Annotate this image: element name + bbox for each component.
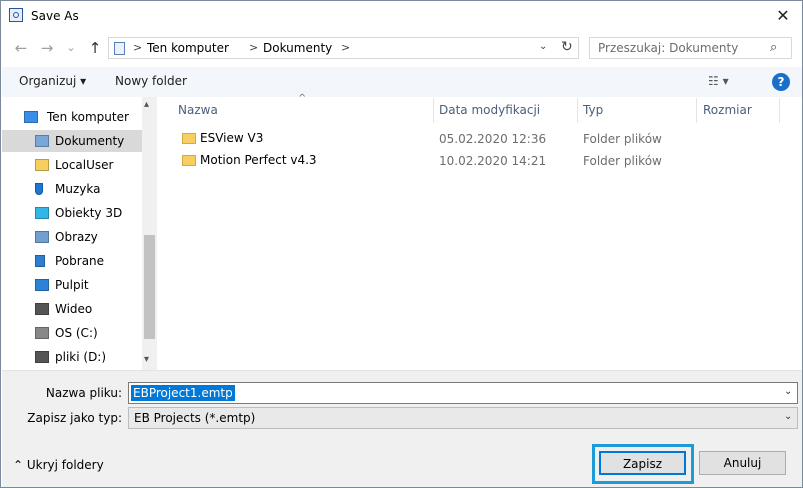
breadcrumb-dokumenty[interactable]: Dokumenty — [263, 41, 332, 55]
sidebar-item-label: Ten komputer — [47, 110, 129, 124]
column-divider[interactable] — [779, 98, 780, 123]
cancel-button[interactable]: Anuluj — [699, 451, 786, 475]
filename-dropdown-icon[interactable]: ⌄ — [784, 386, 792, 397]
scrollbar-thumb[interactable] — [144, 235, 155, 339]
title-bar: Save As ✕ — [1, 1, 802, 31]
new-folder-button[interactable]: Nowy folder — [115, 74, 187, 88]
refresh-icon[interactable]: ↻ — [561, 39, 573, 55]
document-location-icon — [114, 42, 125, 55]
sidebar-item-label: Muzyka — [55, 182, 101, 196]
file-modified: 05.02.2020 12:36 — [439, 132, 547, 146]
address-bar[interactable]: > Ten komputer > Dokumenty > ⌄ ↻ — [108, 37, 579, 59]
sidebar-item-label: Obrazy — [55, 230, 98, 244]
music-icon — [35, 183, 43, 195]
column-divider[interactable] — [577, 98, 578, 123]
folder-icon — [182, 133, 196, 144]
hide-folders-button[interactable]: ⌃ Ukryj foldery — [13, 458, 104, 472]
filename-value: EBProject1.emtp — [131, 385, 235, 401]
file-type: Folder plików — [583, 132, 662, 146]
sidebar-item-label: Wideo — [55, 302, 93, 316]
file-modified: 10.02.2020 14:21 — [439, 154, 547, 168]
help-icon[interactable]: ? — [772, 73, 790, 91]
filetype-dropdown-icon[interactable]: ⌄ — [784, 411, 792, 422]
search-box[interactable]: Przeszukaj: Dokumenty ⌕ — [589, 37, 792, 59]
sidebar-item-label: Pobrane — [55, 254, 105, 268]
sidebar-item[interactable]: pliki (D:) — [2, 346, 142, 368]
cube-icon — [35, 207, 49, 219]
sidebar-item[interactable]: Dokumenty — [2, 130, 142, 152]
column-divider[interactable] — [433, 98, 434, 123]
sort-ascending-icon: ^ — [298, 93, 307, 104]
save-button[interactable]: Zapisz — [599, 451, 686, 475]
document-icon — [35, 135, 49, 147]
column-header-size[interactable]: Rozmiar — [703, 103, 752, 117]
filename-input[interactable]: EBProject1.emtp ⌄ — [128, 382, 798, 404]
user-folder-icon — [35, 159, 49, 171]
sidebar-item-label: Dokumenty — [55, 134, 125, 148]
organize-button[interactable]: Organizuj ▾ — [19, 74, 86, 88]
sidebar-item[interactable]: Pobrane — [2, 250, 142, 272]
back-button[interactable]: ← — [11, 38, 31, 58]
file-type: Folder plików — [583, 154, 662, 168]
save-as-dialog: Save As ✕ ← → ⌄ ↑ > Ten komputer > Dokum… — [0, 0, 803, 488]
up-button[interactable]: ↑ — [85, 38, 105, 58]
search-icon[interactable]: ⌕ — [770, 40, 777, 55]
file-name: ESView V3 — [200, 131, 264, 145]
sidebar-item[interactable]: Ten komputer — [2, 106, 142, 128]
desktop-icon — [35, 279, 49, 291]
search-placeholder: Przeszukaj: Dokumenty — [598, 41, 739, 55]
scroll-up-icon[interactable]: ▴ — [144, 99, 149, 110]
breadcrumb-ten-komputer[interactable]: Ten komputer — [147, 41, 229, 55]
picture-icon — [35, 231, 49, 243]
sidebar-item-label: Obiekty 3D — [55, 206, 123, 220]
column-header-type[interactable]: Typ — [583, 103, 603, 117]
filetype-label: Zapisz jako typ: — [27, 411, 122, 425]
forward-button[interactable]: → — [37, 38, 57, 58]
sidebar-item[interactable]: Obrazy — [2, 226, 142, 248]
sidebar-item[interactable]: Muzyka — [2, 178, 142, 200]
sidebar-item-label: OS (C:) — [55, 326, 98, 340]
column-header-name[interactable]: Nazwa — [178, 103, 218, 117]
filetype-select[interactable]: EB Projects (*.emtp) ⌄ — [128, 407, 798, 429]
drive-icon — [35, 327, 49, 339]
sidebar-item[interactable]: Obiekty 3D — [2, 202, 142, 224]
app-icon — [9, 8, 23, 22]
breadcrumb-separator: > — [341, 41, 351, 54]
sidebar-item[interactable]: Wideo — [2, 298, 142, 320]
breadcrumb-separator: > — [133, 41, 143, 54]
film-icon — [35, 303, 49, 315]
file-name: Motion Perfect v4.3 — [200, 153, 317, 167]
sidebar-item[interactable]: LocalUser — [2, 154, 142, 176]
view-options-icon[interactable]: ☷ ▾ — [708, 74, 729, 88]
sidebar-item-label: LocalUser — [55, 158, 114, 172]
sidebar-item[interactable]: OS (C:) — [2, 322, 142, 344]
file-row[interactable]: Motion Perfect v4.3 10.02.2020 14:21 Fol… — [178, 150, 678, 172]
address-dropdown-icon[interactable]: ⌄ — [539, 41, 547, 52]
sidebar-item[interactable]: Pulpit — [2, 274, 142, 296]
download-icon — [35, 255, 45, 267]
drive-icon — [35, 351, 49, 363]
close-button[interactable]: ✕ — [771, 5, 795, 27]
sidebar-item-label: pliki (D:) — [55, 350, 107, 364]
scroll-down-icon[interactable]: ▾ — [144, 354, 149, 365]
recent-locations-button[interactable]: ⌄ — [63, 38, 79, 58]
command-bar: Organizuj ▾ Nowy folder ☷ ▾ ? — [2, 67, 802, 97]
filename-label: Nazwa pliku: — [45, 386, 122, 400]
sidebar-item-label: Pulpit — [55, 278, 89, 292]
computer-icon — [24, 111, 38, 123]
column-header-modified[interactable]: Data modyfikacji — [439, 103, 540, 117]
file-row[interactable]: ESView V3 05.02.2020 12:36 Folder plików — [178, 128, 678, 150]
column-divider[interactable] — [696, 98, 697, 123]
window-title: Save As — [31, 9, 79, 23]
filetype-value: EB Projects (*.emtp) — [134, 411, 256, 425]
breadcrumb-separator: > — [249, 41, 259, 54]
folder-icon — [182, 155, 196, 166]
